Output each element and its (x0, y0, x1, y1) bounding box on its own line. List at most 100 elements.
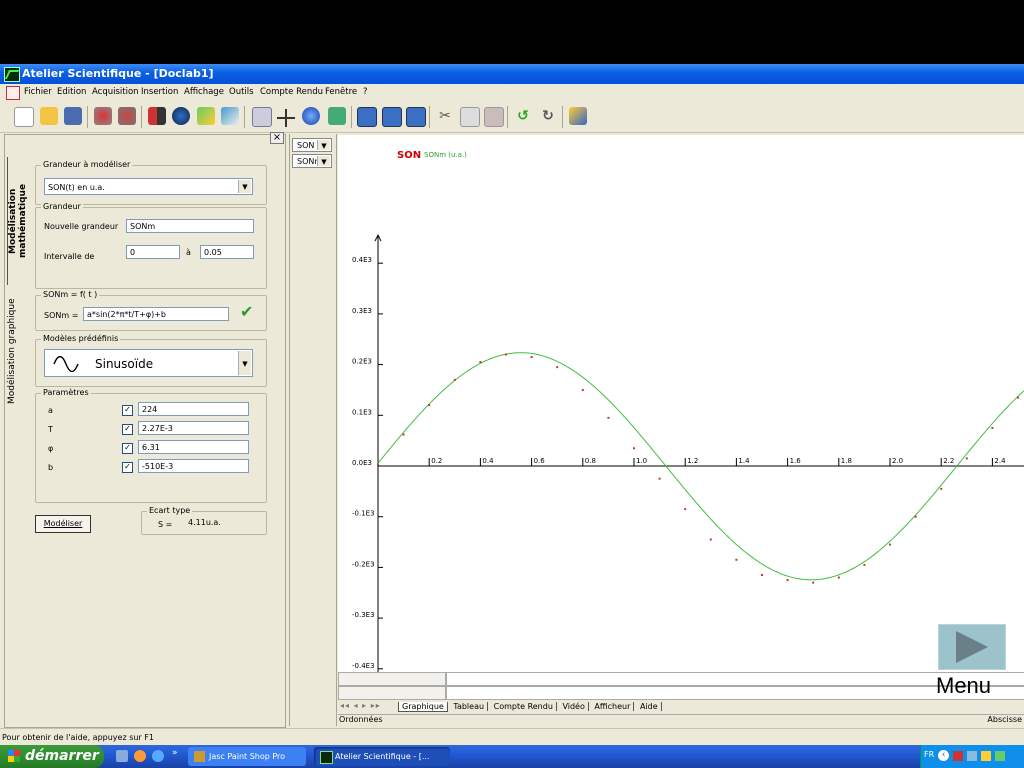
tab-scroll-arrows[interactable]: ◂◂ ◂ ▸ ▸▸ (340, 701, 381, 710)
new-file-icon[interactable] (14, 107, 34, 127)
chevron-down-icon[interactable]: ▼ (317, 140, 330, 150)
undo-icon[interactable]: ↺ (514, 107, 532, 125)
screen-print-icon[interactable] (406, 107, 426, 127)
param-t-input[interactable]: 2.27E-3 (138, 421, 249, 435)
wizard-icon[interactable] (569, 107, 587, 125)
tray-expand-icon[interactable]: ‹ (938, 750, 949, 761)
crosshair-icon[interactable] (277, 107, 295, 127)
tab-tableau[interactable]: Tableau (450, 702, 489, 711)
son-point (812, 581, 815, 584)
language-indicator[interactable]: FR (924, 750, 934, 759)
x-tick-label: 0.8 (585, 457, 596, 465)
open-folder-icon[interactable] (40, 107, 58, 125)
x-ticks: 0.2 0.4 0.6 0.8 1.0 1.2 1.4 1.6 1.8 2.0 2.2 2.4 (428, 457, 1006, 466)
series-select-son[interactable]: SON ▼ (292, 138, 332, 152)
view-icon[interactable] (302, 107, 320, 125)
task-paint-shop-pro[interactable]: Jasc Paint Shop Pro (188, 747, 306, 766)
grandeur-a-modeliser-group: Grandeur à modéliser SON(t) en u.a. ▼ (35, 160, 267, 205)
quicklaunch-ie-icon[interactable] (116, 750, 128, 762)
document-icon[interactable] (6, 86, 20, 100)
horizontal-scrollbar[interactable] (338, 672, 446, 686)
param-phi-input[interactable]: 6.31 (138, 440, 249, 454)
chevron-down-icon[interactable]: ▼ (238, 180, 251, 193)
menu-outils[interactable]: Outils (227, 84, 256, 101)
grandeur-select[interactable]: SON(t) en u.a. ▼ (44, 178, 253, 195)
table-icon[interactable] (252, 107, 272, 127)
menu-link[interactable]: Menu (936, 673, 991, 699)
acquisition-icon[interactable] (94, 107, 112, 125)
slide-next-button[interactable] (938, 624, 1006, 670)
close-icon[interactable]: × (270, 132, 284, 144)
menu-fichier[interactable]: Fichier (22, 84, 54, 101)
param-b-input[interactable]: -510E-3 (138, 459, 249, 473)
copy-icon[interactable] (460, 107, 480, 127)
screen-icon[interactable] (357, 107, 377, 127)
save-icon[interactable] (64, 107, 82, 125)
app-icon[interactable] (4, 67, 20, 82)
tab-modelisation-mathematique[interactable]: Modélisation mathématique (7, 157, 28, 285)
probe-icon[interactable] (148, 107, 166, 125)
y-tick-label: 0.4E3 (352, 256, 372, 264)
title-bar[interactable]: Atelier Scientifique - [Doclab1] (0, 64, 1024, 84)
redo-icon[interactable]: ↻ (539, 107, 557, 125)
menu-help[interactable]: ? (361, 84, 370, 101)
chevron-down-icon[interactable]: ▼ (317, 156, 330, 166)
cut-icon[interactable]: ✂ (436, 107, 454, 125)
group-legend: Paramètres (41, 388, 91, 397)
tab-aide[interactable]: Aide (636, 702, 662, 711)
param-name: T (48, 425, 53, 434)
tray-network-icon[interactable] (967, 751, 977, 761)
son-point (837, 576, 840, 579)
menu-acquisition[interactable]: Acquisition (90, 84, 141, 101)
quicklaunch-browser-icon[interactable] (152, 750, 164, 762)
menu-compte-rendu[interactable]: Compte Rendu (258, 84, 325, 101)
quicklaunch-firefox-icon[interactable] (134, 750, 146, 762)
menu-insertion[interactable]: Insertion (139, 84, 180, 101)
son-point (428, 404, 431, 407)
task-atelier-scientifique[interactable]: Atelier Scientifique - [... (314, 747, 450, 766)
quicklaunch-expand-icon[interactable]: » (172, 748, 178, 758)
nouvelle-grandeur-input[interactable]: SONm (126, 219, 254, 233)
menu-edition[interactable]: Edition (55, 84, 88, 101)
book-icon[interactable] (328, 107, 346, 125)
param-a-input[interactable]: 224 (138, 402, 249, 416)
param-t-checkbox[interactable]: ✓ (122, 424, 133, 435)
modeliser-button[interactable]: Modéliser (35, 515, 91, 533)
menu-affichage[interactable]: Affichage (182, 84, 226, 101)
screen-alt-icon[interactable] (382, 107, 402, 127)
model-icon[interactable] (221, 107, 239, 125)
interval-to-input[interactable]: 0.05 (200, 245, 254, 259)
tab-afficheur[interactable]: Afficheur (591, 702, 635, 711)
y-tick-label: 0.0E3 (352, 459, 372, 467)
bottom-tabs: Graphique Tableau Compte Rendu Vidéo Aff… (398, 700, 662, 713)
interval-from-input[interactable]: 0 (126, 245, 180, 259)
start-button[interactable]: démarrer (0, 745, 104, 768)
tab-graphique[interactable]: Graphique (398, 702, 448, 712)
tab-video[interactable]: Vidéo (559, 702, 589, 711)
model-select[interactable]: Sinusoïde ▼ (44, 349, 253, 377)
model-select-value: Sinusoïde (95, 357, 154, 371)
param-phi-checkbox[interactable]: ✓ (122, 443, 133, 454)
param-b-checkbox[interactable]: ✓ (122, 462, 133, 473)
son-point (1017, 396, 1019, 399)
chevron-down-icon[interactable]: ▼ (238, 351, 251, 375)
x-tick-label: 1.2 (687, 457, 698, 465)
paste-icon[interactable] (484, 107, 504, 127)
checkmark-icon[interactable]: ✔ (240, 302, 253, 321)
tool-icon[interactable] (172, 107, 190, 125)
expression-input[interactable]: a*sin(2*π*t/T+φ)+b (83, 307, 229, 321)
tab-compte-rendu[interactable]: Compte Rendu (490, 702, 557, 711)
param-a-checkbox[interactable]: ✓ (122, 405, 133, 416)
acquisition-settings-icon[interactable] (118, 107, 136, 125)
tray-antivirus-icon[interactable] (953, 751, 963, 761)
tray-update-icon[interactable] (995, 751, 1005, 761)
tab-modelisation-graphique[interactable]: Modélisation graphique (7, 295, 25, 407)
task-label: Atelier Scientifique - [... (335, 752, 430, 761)
menu-fenetre[interactable]: Fenêtre (323, 84, 359, 101)
series-select-sonm[interactable]: SONm ▼ (292, 154, 332, 168)
graph-area[interactable]: 0.4E3 0.3E3 0.2E3 0.1E3 0.0E3 -0.1E3 -0.2E3 -0.… (338, 135, 1024, 732)
vertical-scroll-field[interactable] (338, 686, 446, 700)
y-tick-label: -0.3E3 (352, 611, 375, 619)
curve-icon[interactable] (197, 107, 215, 125)
tray-volume-icon[interactable] (981, 751, 991, 761)
